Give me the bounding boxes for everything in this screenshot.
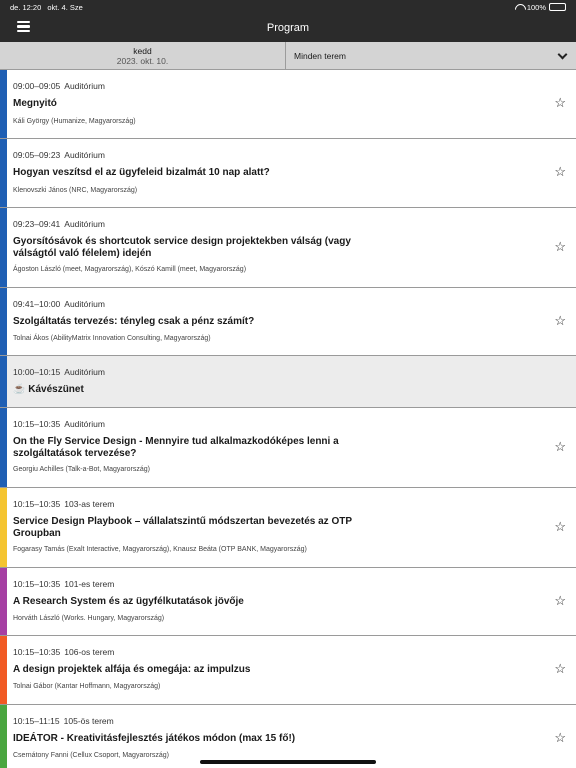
session-time: 10:00–10:15 [13,367,61,377]
session-title: A Research System és az ügyfélkutatások … [13,596,244,607]
favorite-star-icon[interactable]: ☆ [554,165,566,178]
menu-icon[interactable] [17,21,30,32]
session-time: 09:00–09:05 [13,81,61,91]
session-time: 10:15–10:35 [13,579,61,589]
track-color-bar [0,208,7,287]
session-meta: 10:15–10:35 101-es terem [13,579,114,589]
session-meta: 09:23–09:41 Auditórium [13,219,105,229]
top-bar: de. 12:20 okt. 4. Sze 100% Program [0,0,576,42]
session-time: 10:15–10:35 [13,419,61,429]
track-color-bar [0,139,7,207]
room-dropdown[interactable]: Minden terem [286,42,576,69]
session-time: 10:15–10:35 [13,647,61,657]
favorite-star-icon[interactable]: ☆ [554,440,566,453]
status-time: de. 12:20 [10,2,42,12]
session-item[interactable]: 09:05–09:23 Auditórium Hogyan veszítsd el… [0,139,576,208]
battery-percent: 100% [526,2,546,12]
session-list: 09:00–09:05 Auditórium Megnyitó Káli Györ… [0,70,576,768]
nav-bar: Program [0,14,576,42]
track-color-bar [0,636,7,704]
track-color-bar [0,356,7,407]
break-title: ☕ Kávészünet [13,384,84,395]
day-label: kedd [133,46,152,56]
session-room: Auditórium [64,150,105,160]
battery-icon [549,3,566,11]
session-room: Auditórium [64,219,105,229]
favorite-star-icon[interactable]: ☆ [554,731,566,744]
favorite-star-icon[interactable]: ☆ [554,594,566,607]
status-date: okt. 4. Sze [47,2,83,12]
session-speakers: Klenovszki János (NRC, Magyarország) [13,187,138,194]
session-speakers: Tolnai Ákos (AbilityMatrix Innovation Co… [13,335,211,342]
session-item[interactable]: 10:15–10:35 101-es terem A Research Syste… [0,568,576,636]
break-item: 10:00–10:15 Auditórium ☕ Kávészünet [0,356,576,408]
chevron-down-icon [557,49,568,60]
session-room: Auditórium [64,367,105,377]
track-color-bar [0,408,7,487]
session-room: 106-os terem [64,647,115,657]
session-speakers: Csernátony Fanni (Cellux Csoport, Magyar… [13,752,170,759]
session-title: Szolgáltatás tervezés: tényleg csak a pé… [13,316,255,327]
session-title: IDEÁTOR - Kreativitásfejlesztés játékos … [13,733,296,744]
track-color-bar [0,288,7,355]
session-item[interactable]: 09:41–10:00 Auditórium Szolgáltatás terve… [0,288,576,356]
status-bar: de. 12:20 okt. 4. Sze 100% [0,0,576,14]
favorite-star-icon[interactable]: ☆ [554,96,566,109]
session-title: Megnyitó [13,98,57,109]
session-meta: 10:15–11:15 105-ös terem [13,716,114,726]
session-item[interactable]: 09:23–09:41 Auditórium Gyorsítósávok és s… [0,208,576,288]
session-time: 09:41–10:00 [13,299,61,309]
session-time: 10:15–11:15 [13,716,60,726]
session-speakers: Horváth László (Works. Hungary, Magyaror… [13,615,165,622]
track-color-bar [0,568,7,635]
session-speakers: Tolnai Gábor (Kantar Hoffmann, Magyarors… [13,683,161,690]
session-room: 105-ös terem [63,716,114,726]
favorite-star-icon[interactable]: ☆ [554,520,566,533]
date-label: 2023. okt. 10. [116,56,169,66]
session-speakers: Fogarasy Tamás (Exalt Interactive, Magya… [13,546,307,553]
session-meta: 10:15–10:35 106-os terem [13,647,114,657]
session-meta: 09:05–09:23 Auditórium [13,150,105,160]
track-color-bar [0,705,7,768]
session-time: 09:23–09:41 [13,219,61,229]
session-title: Hogyan veszítsd el az ügyfeleid bizalmát… [13,167,270,178]
session-speakers: Káli György (Humanize, Magyarország) [13,118,136,125]
session-title: Gyorsítósávok és shortcutok service desi… [13,236,351,259]
session-title: A design projektek alfája és omegája: az… [13,664,251,675]
session-speakers: Georgiu Achilles (Talk-a-Bot, Magyarorsz… [13,466,150,473]
session-item[interactable]: 09:00–09:05 Auditórium Megnyitó Káli Györ… [0,70,576,139]
session-meta: 09:00–09:05 Auditórium [13,81,105,91]
session-meta: 09:41–10:00 Auditórium [13,299,105,309]
session-meta: 10:15–10:35 103-as terem [13,499,114,509]
session-time: 10:15–10:35 [13,499,61,509]
favorite-star-icon[interactable]: ☆ [554,662,566,675]
day-selector[interactable]: kedd 2023. okt. 10. [0,42,286,69]
session-title: On the Fly Service Design - Mennyire tud… [13,436,339,459]
favorite-star-icon[interactable]: ☆ [554,240,566,253]
home-indicator[interactable] [200,760,376,764]
track-color-bar [0,488,7,567]
session-room: Auditórium [64,81,105,91]
room-dropdown-value: Minden terem [294,51,346,61]
session-title: Service Design Playbook – vállalatszintű… [13,516,352,539]
session-item[interactable]: 10:15–11:15 105-ös terem IDEÁTOR - Kreati… [0,705,576,768]
session-meta: 10:15–10:35 Auditórium [13,419,105,429]
session-room: Auditórium [64,299,105,309]
filter-bar: kedd 2023. okt. 10. Minden terem [0,42,576,70]
session-speakers: Ágoston László (meet, Magyarország), Kós… [13,266,247,273]
session-room: Auditórium [64,419,105,429]
session-room: 101-es terem [64,579,115,589]
wifi-icon [515,4,524,11]
session-meta: 10:00–10:15 Auditórium [13,367,105,377]
track-color-bar [0,70,7,138]
session-time: 09:05–09:23 [13,150,61,160]
favorite-star-icon[interactable]: ☆ [554,314,566,327]
session-item[interactable]: 10:15–10:35 Auditórium On the Fly Service… [0,408,576,488]
session-item[interactable]: 10:15–10:35 103-as terem Service Design P… [0,488,576,568]
session-item[interactable]: 10:15–10:35 106-os terem A design projekt… [0,636,576,705]
page-title: Program [266,22,310,34]
session-room: 103-as terem [64,499,115,509]
